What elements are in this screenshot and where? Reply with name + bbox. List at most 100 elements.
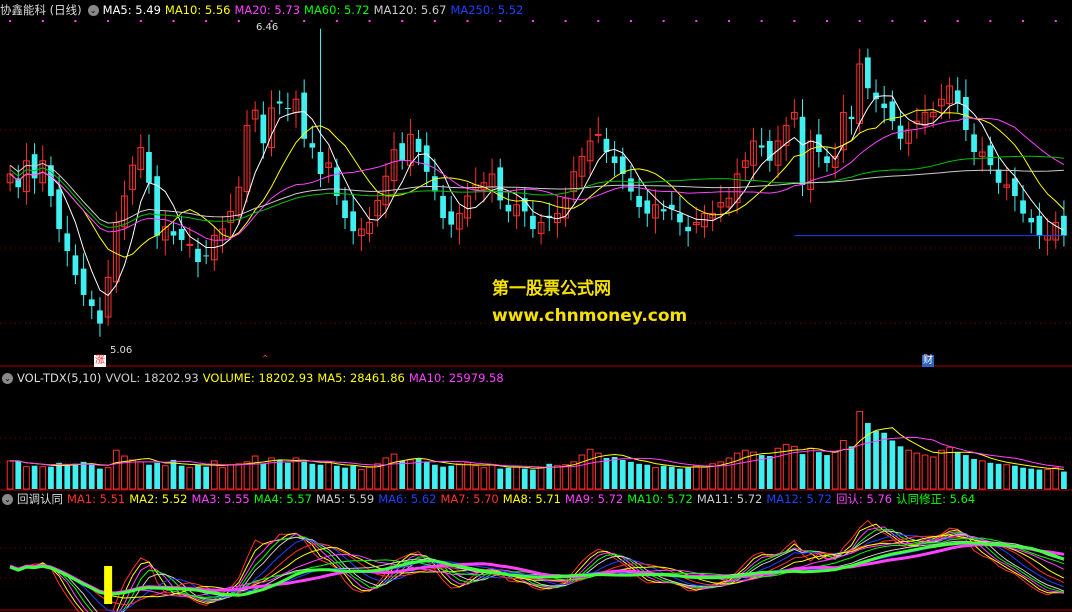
signal-dot [172,20,175,22]
volume-bar [178,465,185,489]
indicator-legend-item-7: MA8: 5.71 [502,492,561,506]
indicator-legend-item-1: MA2: 5.52 [129,492,188,506]
collapse-icon[interactable]: ⌄ [2,373,13,384]
volume-bar [350,465,357,489]
indicator-line [9,530,1065,612]
volume-bar [701,466,708,490]
indicator-legend-item-8: MA9: 5.72 [565,492,624,506]
volume-bar [889,440,896,489]
volume-bar [31,465,38,489]
volume-bar [448,465,455,489]
volume-bar [987,462,994,489]
volume-bar [415,458,422,489]
volume-bar [807,447,815,490]
volume-bar [578,454,586,490]
volume-bar [186,467,194,490]
candle-body [677,213,683,223]
candle-body [15,178,22,188]
candle-body [987,145,994,166]
signal-dot [989,20,992,22]
volume-bar [971,458,977,489]
volume-bar [1003,464,1011,490]
candle-body [881,103,888,108]
volume-legend-item-0: VVOL: 18202.93 [105,371,199,385]
volume-bar [15,460,22,489]
signal-dot [107,20,110,22]
consensus-line [9,541,1065,597]
volume-bar [881,432,888,489]
volume-bar [774,447,782,490]
candle-body [1012,178,1018,196]
signal-bar [104,566,113,604]
candle-body [415,138,422,152]
candle-body [864,57,871,89]
candle-body [685,226,691,232]
candle-body [758,145,765,148]
finance-tag[interactable]: 财 [922,355,934,367]
watermark-line1: 第一股票公式网 [492,279,611,299]
volume-bar [488,464,496,490]
volume-bar [72,463,79,489]
candle-body [594,133,602,136]
signal-dot [793,20,796,22]
candle-body [333,167,340,196]
volume-bar [537,467,545,490]
high-label: 6.46 [256,22,279,33]
volume-bar [374,463,382,490]
volume-bar [333,465,340,489]
signal-dot [205,20,208,22]
volume-bar [677,468,683,489]
volume-bar [995,463,1002,489]
candle-body [80,268,87,295]
volume-bar [317,464,324,489]
candle-body [1028,218,1035,223]
candle-body [317,152,324,174]
signal-dot [139,20,142,22]
volume-legend-item-3: MA10: 25979.58 [408,371,504,385]
signal-dot [564,20,567,22]
collapse-icon[interactable]: ⌄ [87,5,99,16]
candle-body [88,299,95,306]
volume-bar [399,460,406,489]
volume-bar [978,460,986,490]
candle-body [56,189,62,229]
signal-dot [41,20,44,22]
stock-title: 协鑫能科 (日线) [0,3,82,17]
volume-bar [1028,468,1035,489]
volume-bar [1012,465,1018,489]
candle-body [848,116,855,119]
volume-bar [407,459,414,490]
limit-up-tag[interactable]: 涨 [94,355,106,367]
ma60-line [9,155,1064,229]
volume-bar [480,467,488,490]
signal-dot [499,20,502,22]
candle-body [186,243,194,246]
volume-bar [873,430,879,489]
signal-tag[interactable]: ⌃ [260,354,270,366]
volume-bar [709,463,716,490]
volume-bar [1052,467,1060,490]
candle-body [440,196,446,218]
volume-header: ⌄ VOL-TDX(5,10) VVOL: 18202.93 VOLUME: 1820… [0,370,512,386]
volume-bar [741,449,749,490]
candle-body [766,141,773,161]
candle-body [611,156,618,163]
signal-dot [368,20,371,22]
volume-panel [6,410,1067,490]
volume-bar [864,423,871,489]
candle-body [309,143,316,148]
collapse-icon[interactable]: ⌄ [2,494,13,505]
signal-dot [1022,20,1025,22]
volume-bar [104,467,112,490]
volume-bar [848,446,855,489]
volume-bar [88,464,95,489]
volume-bar [390,453,398,490]
volume-bar [750,451,757,490]
signal-dot [760,20,763,22]
candle-body [195,248,201,262]
volume-bar [80,461,87,489]
volume-bar [170,459,177,489]
candle-body [276,101,283,104]
candle-body [423,145,430,172]
indicator-line [9,523,1064,612]
